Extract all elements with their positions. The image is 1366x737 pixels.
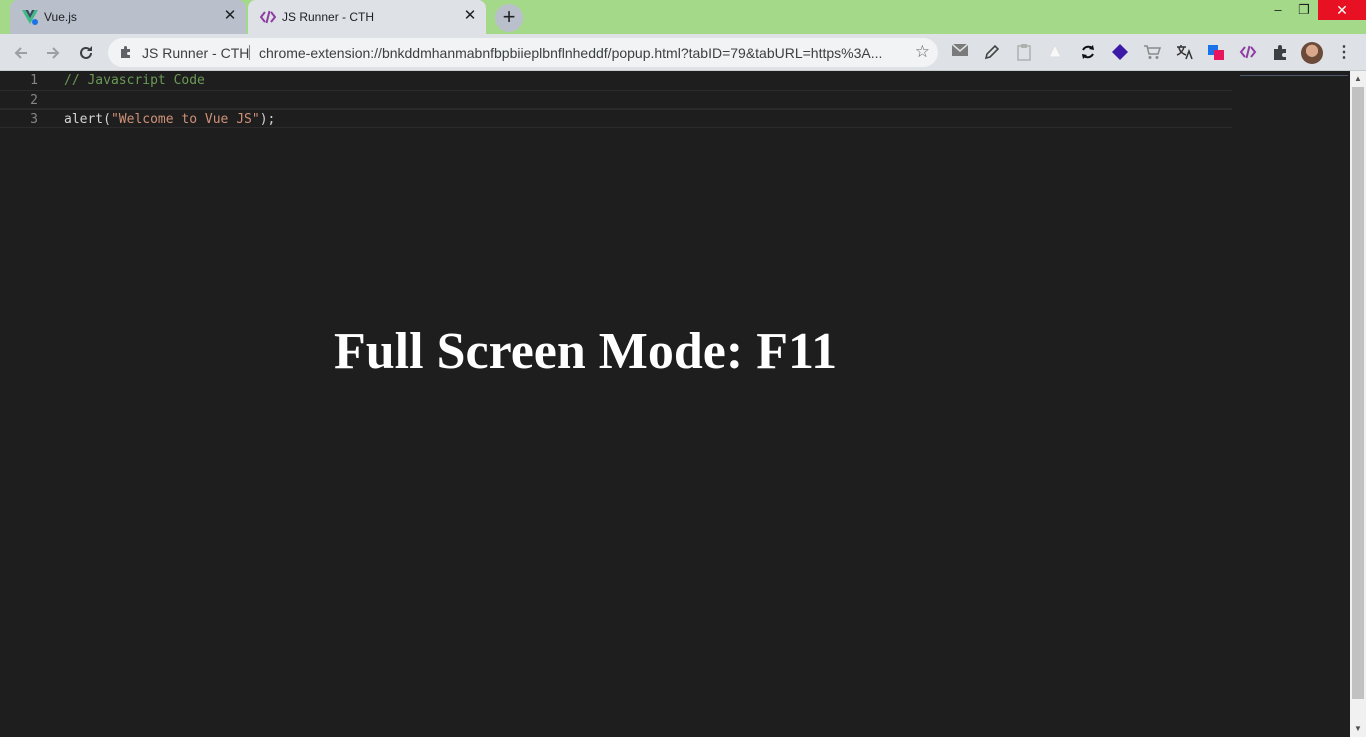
translate-icon[interactable]	[1174, 43, 1194, 63]
code-content: alert("Welcome to Vue JS");	[64, 110, 275, 129]
plain-token: );	[259, 112, 276, 127]
string-token: "Welcome to Vue JS"	[110, 112, 260, 127]
scroll-up-icon[interactable]: ▲	[1350, 73, 1366, 85]
forward-button[interactable]	[40, 40, 66, 66]
separator	[249, 45, 250, 60]
code-editor[interactable]: 1 // Javascript Code 2 3 alert("Welcome …	[0, 71, 1366, 737]
plain-token: alert(	[64, 112, 111, 127]
tab-vuejs[interactable]: Vue.js ✕	[10, 0, 246, 34]
minimap[interactable]	[1240, 71, 1348, 79]
shield-icon[interactable]	[1110, 43, 1130, 63]
close-window-button[interactable]: ✕	[1318, 0, 1366, 20]
minimize-button[interactable]: –	[1264, 0, 1292, 20]
comment-token: // Javascript Code	[64, 73, 205, 88]
code-line: 1 // Javascript Code	[0, 71, 1232, 90]
browser-toolbar: JS Runner - CTH chrome-extension://bnkdd…	[0, 34, 1366, 71]
sync-icon[interactable]	[1078, 43, 1098, 63]
puzzle-icon	[118, 44, 134, 60]
menu-dots-icon[interactable]: ⋮	[1334, 42, 1354, 64]
line-number: 3	[30, 112, 38, 127]
layers-icon[interactable]	[1206, 43, 1226, 63]
code-content: // Javascript Code	[64, 71, 205, 90]
reload-button[interactable]	[73, 40, 99, 66]
vue-logo-icon	[22, 9, 38, 25]
url-text[interactable]: chrome-extension://bnkddmhanmabnfbpbiiep…	[259, 45, 899, 61]
code-line: 3 alert("Welcome to Vue JS");	[0, 109, 1232, 128]
code-line: 2	[0, 90, 1232, 109]
maximize-button[interactable]: ❐	[1290, 0, 1318, 20]
tab-title: JS Runner - CTH	[282, 10, 375, 24]
close-tab-icon[interactable]: ✕	[462, 8, 478, 24]
tab-strip: Vue.js ✕ JS Runner - CTH ✕ + – ❐ ✕	[0, 0, 1366, 34]
triangle-icon[interactable]	[1045, 43, 1065, 63]
puzzle-icon[interactable]	[1270, 43, 1290, 63]
close-tab-icon[interactable]: ✕	[222, 8, 238, 24]
back-button[interactable]	[8, 40, 34, 66]
code-brackets-icon	[259, 9, 277, 25]
minimap-line	[1240, 75, 1348, 76]
tab-js-runner[interactable]: JS Runner - CTH ✕	[248, 0, 486, 34]
clipboard-icon[interactable]	[1014, 43, 1034, 63]
fullscreen-hint: Full Screen Mode: F11	[334, 323, 838, 380]
new-tab-button[interactable]: +	[495, 4, 523, 32]
address-bar[interactable]: JS Runner - CTH chrome-extension://bnkdd…	[108, 38, 938, 67]
site-label: JS Runner - CTH	[142, 45, 250, 61]
vertical-scrollbar[interactable]: ▲ ▼	[1350, 71, 1366, 737]
code-brackets-icon[interactable]	[1238, 43, 1258, 63]
pen-icon[interactable]	[982, 43, 1002, 63]
line-number: 1	[30, 73, 38, 88]
cart-icon[interactable]	[1142, 43, 1162, 63]
mail-icon[interactable]	[950, 43, 970, 63]
bookmark-star-icon[interactable]: ☆	[915, 42, 930, 62]
scroll-thumb[interactable]	[1352, 87, 1364, 699]
line-number: 2	[30, 93, 38, 108]
tab-title: Vue.js	[44, 10, 77, 24]
profile-avatar[interactable]	[1301, 42, 1323, 64]
scroll-down-icon[interactable]: ▼	[1350, 723, 1366, 735]
